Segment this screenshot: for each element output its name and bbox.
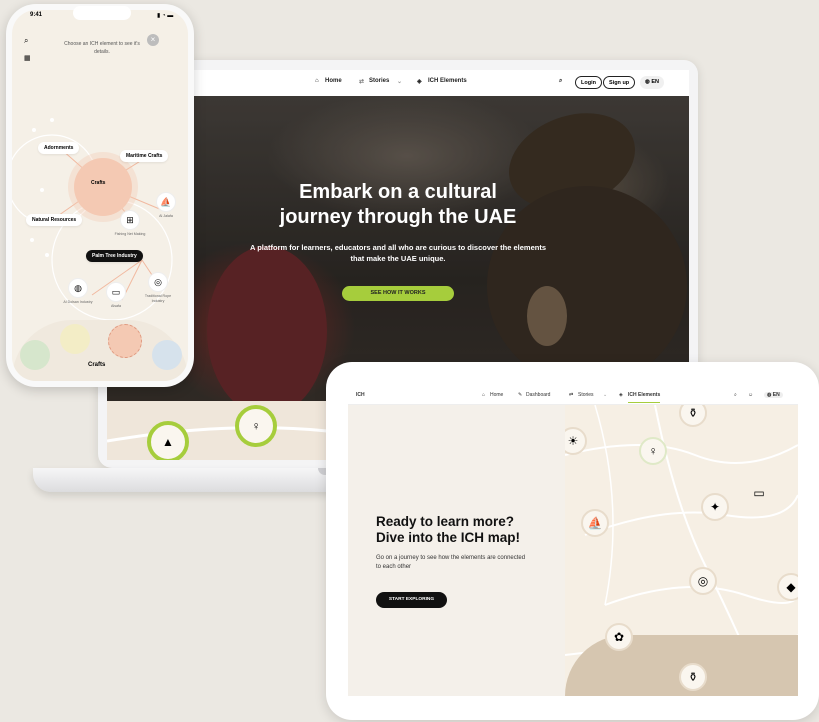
node-fishing-net-making: Fishing Net Making <box>114 232 146 236</box>
laptop-nav-bar: ⌂ Home ⇄ Stories ⌄ ◈ ICH Elements ⌕ Logi… <box>107 70 689 97</box>
tablet-screen: ICH ⌂ Home ✎ Dashboard ⇄ Stories ⌄ ◈ ICH… <box>348 386 798 696</box>
bottom-category-label: Crafts <box>88 362 106 368</box>
phone-screen: 9:41 ▮ ◔ ▬ ⌕ ▦ Choose an ICH element to … <box>12 10 188 381</box>
language-selector[interactable]: ◍ EN <box>640 76 664 89</box>
heading-line-2: Dive into the ICH map! <box>376 530 521 545</box>
element-node-fish[interactable]: ✦ <box>701 493 729 521</box>
rope-icon[interactable]: ◎ <box>148 272 168 292</box>
pen-icon: ✎ <box>518 392 523 398</box>
phone-prompt: Choose an ICH element to see it's detail… <box>64 41 140 55</box>
fishing-net-icon[interactable]: ⊞ <box>120 210 140 230</box>
nav-home-icon: ⌂ <box>315 78 319 84</box>
node-natural-resources[interactable]: Natural Resources <box>26 214 83 226</box>
element-node-pattern[interactable]: ◆ <box>777 573 798 601</box>
node-al-dolsan: Al Dolsan Industry <box>63 300 93 304</box>
hero-section: Embark on a cultural journey through the… <box>107 96 689 401</box>
nav-dashboard[interactable]: Dashboard <box>526 392 550 398</box>
language-label: EN <box>772 392 780 398</box>
chevron-down-icon: ⌄ <box>603 392 608 398</box>
nav-ich-elements[interactable]: ICH Elements <box>428 78 467 84</box>
nav-stories[interactable]: Stories <box>369 78 389 84</box>
hero-subtitle: A platform for learners, educators and a… <box>249 243 547 263</box>
phone-dynamic-island <box>73 6 131 20</box>
node-palm-tree-industry[interactable]: Palm Tree Industry <box>86 250 143 262</box>
map-terrain-shape <box>565 635 798 696</box>
start-exploring-button[interactable]: START EXPLORING <box>376 592 447 608</box>
language-label: EN <box>651 79 659 85</box>
ich-map[interactable]: ☀ ⚱ ♀ ▭ ✦ ⛵ ◎ ◆ ✿ ⚱ <box>565 405 798 696</box>
element-node-basket[interactable]: ▭ <box>745 479 773 507</box>
element-node-boat[interactable]: ⛵ <box>581 509 609 537</box>
category-bubble-crafts[interactable] <box>108 324 142 358</box>
element-node-vase[interactable]: ⚱ <box>679 663 707 691</box>
element-node[interactable]: ▲ <box>147 421 189 460</box>
hero-title-line-1: Embark on a cultural <box>299 181 497 203</box>
basket-icon[interactable]: ▭ <box>106 282 126 302</box>
hero-title: Embark on a cultural journey through the… <box>107 180 689 230</box>
category-bubble-green[interactable] <box>20 340 50 370</box>
nav-home-icon: ⌂ <box>482 392 486 398</box>
category-bubble-yellow[interactable] <box>60 324 90 354</box>
node-al-jalafa: Al Jalafa <box>159 214 173 218</box>
nav-stories-icon: ⇄ <box>569 392 574 398</box>
element-node-figure[interactable]: ♀ <box>639 437 667 465</box>
nav-home[interactable]: Home <box>490 392 503 398</box>
element-node[interactable]: ♀ <box>235 405 277 447</box>
nav-ich-elements[interactable]: ICH Elements <box>628 392 661 403</box>
signup-button[interactable]: Sign up <box>603 76 636 89</box>
search-icon[interactable]: ⌕ <box>559 78 562 85</box>
nav-stories[interactable]: Stories <box>578 392 594 398</box>
login-button[interactable]: Login <box>575 76 602 89</box>
heading-line-1: Ready to learn more? <box>376 514 515 529</box>
crafts-bubble[interactable] <box>74 158 132 216</box>
node-maritime-crafts[interactable]: Maritime Crafts <box>120 150 169 162</box>
hero-title-line-2: journey through the UAE <box>279 206 517 228</box>
nav-home[interactable]: Home <box>325 78 342 84</box>
boat-icon[interactable]: ⛵ <box>156 192 176 212</box>
status-time: 9:41 <box>30 12 43 18</box>
nav-ich-icon: ◈ <box>619 392 623 398</box>
node-crafts: Crafts <box>91 180 106 186</box>
element-node-craft[interactable]: ✿ <box>605 623 633 651</box>
element-node-rope[interactable]: ◎ <box>689 567 717 595</box>
al-dolsan-icon[interactable]: ◍ <box>68 278 88 298</box>
tablet-description: Go on a journey to see how the elements … <box>376 555 526 570</box>
chevron-down-icon: ⌄ <box>397 79 403 85</box>
tablet-heading: Ready to learn more? Dive into the ICH m… <box>376 514 520 546</box>
node-adornments[interactable]: Adornments <box>38 142 80 154</box>
brand-logo[interactable]: ICH <box>356 392 365 398</box>
user-icon[interactable]: ☺ <box>748 392 753 398</box>
search-icon[interactable]: ⌕ <box>24 36 28 46</box>
nav-ich-icon: ◈ <box>417 79 422 85</box>
see-how-it-works-button[interactable]: SEE HOW IT WORKS <box>342 286 454 301</box>
grid-icon[interactable]: ▦ <box>24 54 31 62</box>
search-icon[interactable]: ⌕ <box>734 392 737 398</box>
node-traditional-rope: Traditional Rope Industry <box>144 294 172 303</box>
category-bubble-blue[interactable] <box>152 340 182 370</box>
node-alsafa: Alsafa <box>111 304 121 308</box>
status-icons: ▮ ◔ ▬ <box>157 13 174 19</box>
tablet-nav-bar: ICH ⌂ Home ✎ Dashboard ⇄ Stories ⌄ ◈ ICH… <box>348 386 798 405</box>
close-icon[interactable]: × <box>147 34 159 46</box>
language-selector[interactable]: ◍ EN <box>764 392 783 398</box>
nav-stories-icon: ⇄ <box>359 79 365 85</box>
